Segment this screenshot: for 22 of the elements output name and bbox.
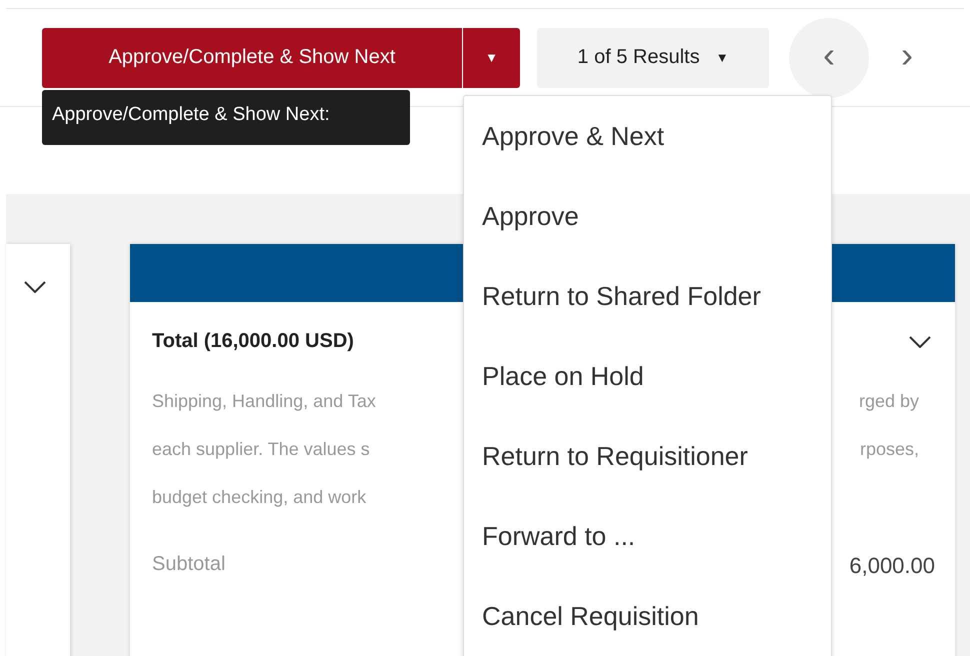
description-text: rposes, — [860, 438, 919, 460]
description-text: rged by — [858, 390, 919, 412]
previous-button[interactable]: ‹ — [789, 18, 869, 98]
menu-item[interactable]: Place on Hold — [464, 336, 831, 416]
description-text: each supplier. The values s — [152, 438, 370, 460]
menu-item[interactable]: Forward to ... — [464, 496, 831, 576]
menu-item[interactable]: Approve & Next — [464, 96, 831, 176]
chevron-down-icon[interactable] — [909, 336, 931, 348]
card-title: Total (16,000.00 USD) — [152, 330, 354, 353]
dropdown-toggle-button[interactable]: ▼ — [462, 28, 520, 88]
menu-item[interactable]: Return to Requisitioner — [464, 416, 831, 496]
description-text: Shipping, Handling, and Tax — [152, 390, 376, 412]
subtotal-value: 6,000.00 — [849, 553, 935, 579]
menu-item[interactable]: Approve — [464, 176, 831, 256]
description-text: budget checking, and work — [152, 486, 366, 508]
menu-item[interactable]: Return to Shared Folder — [464, 256, 831, 336]
next-button[interactable]: › — [887, 28, 927, 88]
approve-complete-button[interactable]: Approve/Complete & Show Next — [42, 28, 462, 88]
results-dropdown[interactable]: 1 of 5 Results ▼ — [537, 28, 769, 88]
subtotal-label: Subtotal — [152, 553, 226, 577]
tooltip: Approve/Complete & Show Next: — [42, 90, 410, 145]
menu-item[interactable]: Cancel Requisition — [464, 576, 831, 656]
